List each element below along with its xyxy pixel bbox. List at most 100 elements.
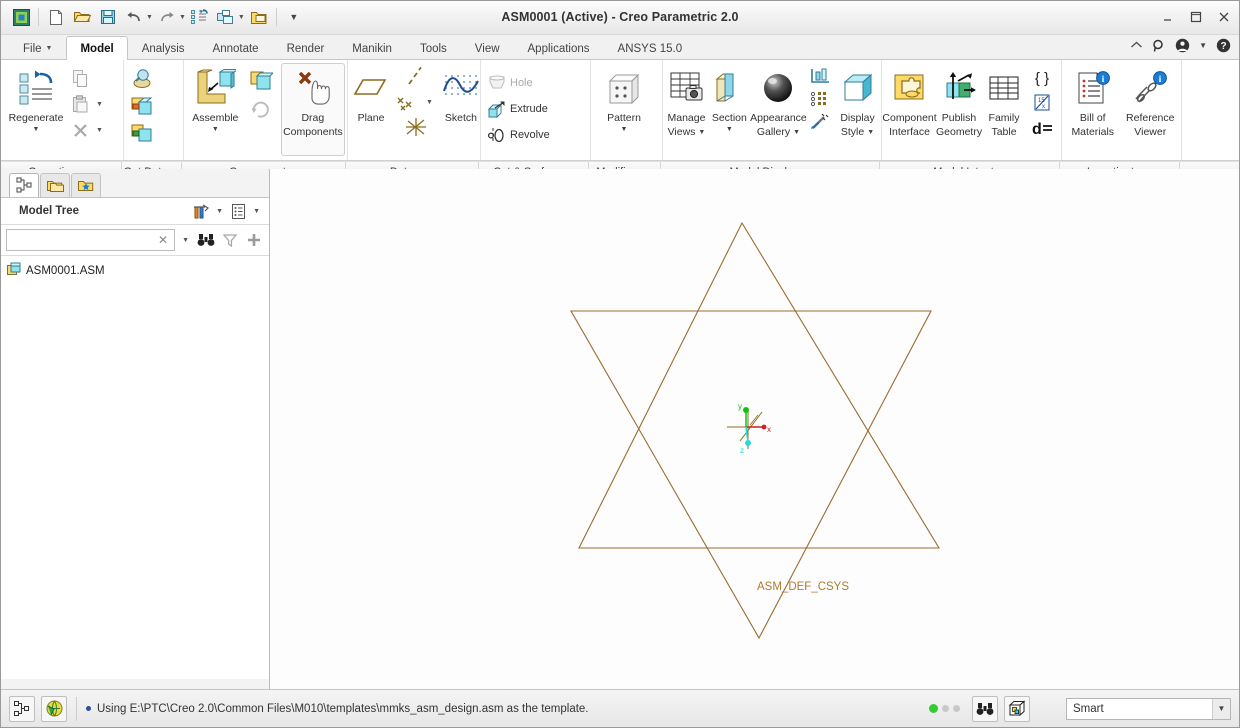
annotation-tool-button[interactable] [806,111,836,133]
section-button[interactable]: Section ▼ [708,63,751,156]
regenerate-button[interactable]: Regenerate ▼ [5,63,67,156]
display-style-button[interactable]: Display Style ▼ [836,63,879,156]
tab-ansys[interactable]: ANSYS 15.0 [604,36,697,60]
maximize-button[interactable] [1187,8,1205,26]
plus-icon[interactable] [244,230,264,250]
manage-views-icon [666,67,706,111]
account-chevron-down-icon[interactable]: ▼ [1199,41,1207,50]
ribbon-group-operations: Regenerate ▼ ▼ ▼ [3,60,124,160]
ribbon-group-investigate: i Bill of Materials i Reference Viewer [1062,60,1182,160]
shrinkwrap-button[interactable] [126,120,158,146]
hole-button[interactable]: Hole [483,70,554,96]
folder-browser-tab[interactable] [40,173,70,197]
favorites-tab[interactable] [71,173,101,197]
tab-manikin[interactable]: Manikin [338,36,406,60]
binoculars-icon[interactable] [196,230,216,250]
search-tool-button[interactable] [972,695,998,722]
axis-button[interactable] [392,65,440,89]
assembly-icon [7,262,21,279]
ribbon-tab-strip: File ▼ Model Analysis Annotate Render Ma… [1,35,1239,60]
manage-views-chevron-down-icon[interactable]: ▼ [698,129,705,137]
merge-inheritance-button[interactable] [126,93,158,119]
clear-search-icon[interactable]: ✕ [156,233,170,247]
import-button[interactable] [126,66,158,92]
appearance-gallery-button[interactable]: Appearance Gallery ▼ [750,63,807,156]
appearance-gallery-label-line1: Appearance [750,112,807,124]
ribbon-group-get-data [124,60,184,160]
graphics-viewport[interactable]: AB [270,169,1239,689]
manage-views-button[interactable]: Manage Views ▼ [665,63,708,156]
parameters-button[interactable]: 15 x [1025,91,1059,115]
browser-toggle-button[interactable] [41,695,67,722]
model-tree-toggle-button[interactable] [9,695,35,722]
funnel-icon[interactable] [220,230,240,250]
manage-views-label-line2: Views [667,125,696,138]
plane-button[interactable]: Plane [350,63,392,156]
component-interface-icon [890,67,930,111]
tab-tools[interactable]: Tools [406,36,461,60]
model-tree-tab[interactable] [9,173,39,197]
component-interface-button[interactable]: Component Interface [882,63,937,156]
selection-filter-select[interactable]: Smart ▼ [1066,697,1231,720]
paste-chevron-down-icon[interactable]: ▼ [93,101,106,108]
selection-filter-value: Smart [1073,702,1104,715]
tree-display-icon[interactable] [226,200,250,222]
search-input-wrapper[interactable]: ✕ [6,229,176,251]
revolve-button[interactable]: Revolve [483,122,554,148]
tree-tools-icon[interactable] [189,200,213,222]
perspective-view-button[interactable] [806,65,836,87]
close-button[interactable] [1215,8,1233,26]
point-button[interactable]: ▼ [392,90,440,114]
display-style-chevron-down-icon[interactable]: ▼ [867,129,874,137]
search-chevron-down-icon[interactable]: ▼ [179,237,192,244]
reference-viewer-label-line1: Reference [1126,112,1175,124]
minimize-button[interactable] [1159,8,1177,26]
copy-button[interactable] [67,65,110,91]
sketch-button[interactable]: Sketch [440,63,482,156]
layer-button[interactable] [806,88,836,110]
tab-file[interactable]: File ▼ [9,36,66,60]
assemble-chevron-down-icon[interactable]: ▼ [212,126,219,134]
delete-chevron-down-icon[interactable]: ▼ [93,127,106,134]
minimize-ribbon-icon[interactable] [1130,39,1143,52]
point-chevron-down-icon[interactable]: ▼ [423,99,436,106]
repeat-button[interactable] [245,95,277,121]
user-account-icon[interactable] [1175,38,1190,53]
reference-viewer-button[interactable]: i Reference Viewer [1122,63,1180,156]
help-icon[interactable]: ? [1216,38,1231,53]
switch-dimensions-button[interactable]: d [1025,116,1059,140]
tab-annotate[interactable]: Annotate [199,36,273,60]
paste-button[interactable]: ▼ [67,91,110,117]
assemble-button[interactable]: Assemble ▼ [186,63,245,156]
tab-render[interactable]: Render [273,36,339,60]
bill-of-materials-button[interactable]: i Bill of Materials [1064,63,1122,156]
pattern-chevron-down-icon[interactable]: ▼ [621,126,628,134]
create-component-button[interactable] [245,68,277,94]
regenerate-label: Regenerate [8,112,64,124]
delete-button[interactable]: ▼ [67,117,110,143]
section-chevron-down-icon[interactable]: ▼ [726,126,733,134]
appearance-gallery-chevron-down-icon[interactable]: ▼ [793,129,800,137]
selection-filter-chevron-down-icon[interactable]: ▼ [1212,698,1230,719]
regenerate-chevron-down-icon[interactable]: ▼ [33,126,40,134]
drag-components-button[interactable]: Drag Components [280,63,345,156]
publish-geometry-button[interactable]: Publish Geometry [935,63,983,156]
tab-analysis[interactable]: Analysis [128,36,199,60]
tree-display-chevron-down-icon[interactable]: ▼ [250,208,263,215]
tab-annotate-label: Annotate [212,42,259,55]
search-input[interactable] [11,234,156,246]
family-table-button[interactable]: Family Table [983,63,1025,156]
tree-item-asm0001[interactable]: ASM0001.ASM [1,260,269,281]
search-icon[interactable] [1152,39,1166,53]
coordinate-system-button[interactable] [392,115,440,139]
pattern-button[interactable]: Pattern ▼ [593,63,655,156]
tab-model[interactable]: Model [66,36,128,60]
tab-applications[interactable]: Applications [514,36,604,60]
selection-display-button[interactable] [1004,695,1030,722]
tree-tools-chevron-down-icon[interactable]: ▼ [213,208,226,215]
relations-button[interactable]: { } [1025,66,1059,90]
get-data-buttons [126,63,158,146]
revolve-icon [487,126,507,145]
extrude-button[interactable]: Extrude [483,96,554,122]
tab-view[interactable]: View [461,36,514,60]
